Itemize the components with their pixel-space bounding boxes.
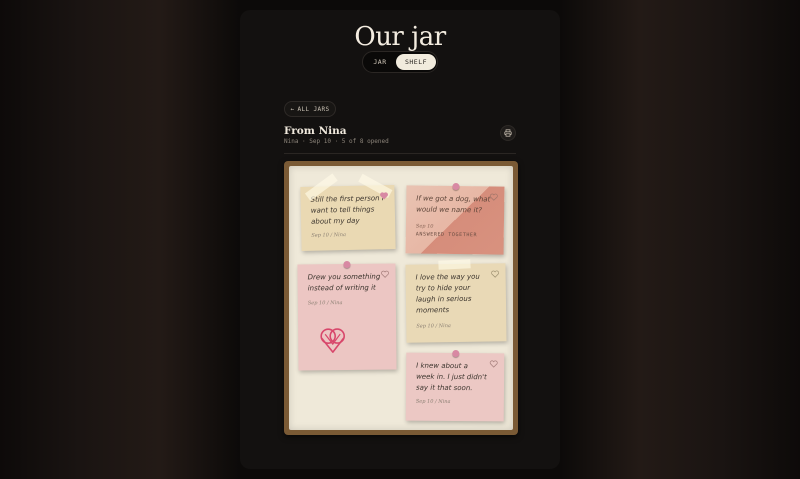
note-meta: Sep 10 / Nina xyxy=(311,232,346,239)
note-text: I love the way you try to hide your laug… xyxy=(415,272,480,315)
heart-doodle xyxy=(320,328,345,353)
pin xyxy=(343,260,351,269)
note-card-5[interactable]: I knew about a week in. I just didn't sa… xyxy=(405,349,505,422)
jar-panel: Our jar JAR SHELF ← ALL JARS From Nina N… xyxy=(240,10,560,469)
pin xyxy=(452,349,460,358)
heart-icon[interactable] xyxy=(489,192,498,201)
note-card-2[interactable]: If we got a dog, what would we name it? … xyxy=(405,182,505,255)
note-text: I knew about a week in. I just didn't sa… xyxy=(415,361,487,393)
note-text: If we got a dog, what would we name it? xyxy=(416,194,491,215)
cork-surface: Still the first person I want to tell th… xyxy=(289,166,513,430)
heart-icon[interactable] xyxy=(489,359,498,368)
note-card-3[interactable]: Drew you something instead of writing it… xyxy=(297,260,397,371)
note-card-4[interactable]: I love the way you try to hide your laug… xyxy=(405,259,507,343)
pin xyxy=(452,182,460,191)
tab-shelf[interactable]: SHELF xyxy=(396,54,436,70)
jar-meta: Nina · Sep 10 · 5 of 8 opened xyxy=(284,138,389,145)
tab-jar[interactable]: JAR xyxy=(365,54,395,70)
print-button[interactable] xyxy=(500,125,516,141)
note-meta: Sep 10 / Nina xyxy=(415,398,451,405)
heart-icon[interactable] xyxy=(381,270,390,279)
heart-icon[interactable] xyxy=(491,269,500,278)
note-meta: Sep 10 xyxy=(415,223,434,230)
header-divider xyxy=(284,153,516,154)
jar-title: From Nina xyxy=(284,125,347,137)
page-title: Our jar xyxy=(354,22,446,52)
tape xyxy=(438,259,471,270)
printer-icon xyxy=(504,129,512,137)
note-meta: Sep 10 / Nina xyxy=(307,300,343,307)
note-meta: Sep 10 / Nina xyxy=(416,323,451,330)
view-toggle: JAR SHELF xyxy=(362,51,438,73)
note-card-1[interactable]: Still the first person I want to tell th… xyxy=(300,173,396,251)
cork-board: Still the first person I want to tell th… xyxy=(284,161,518,435)
heart-icon[interactable] xyxy=(379,191,388,200)
arrow-left-icon: ← xyxy=(290,105,295,113)
all-jars-button[interactable]: ← ALL JARS xyxy=(284,101,336,117)
note-tag: ANSWERED TOGETHER xyxy=(415,231,478,239)
note-text: Drew you something instead of writing it xyxy=(307,272,381,293)
all-jars-label: ALL JARS xyxy=(297,105,330,113)
note-text: Still the first person I want to tell th… xyxy=(310,194,384,226)
